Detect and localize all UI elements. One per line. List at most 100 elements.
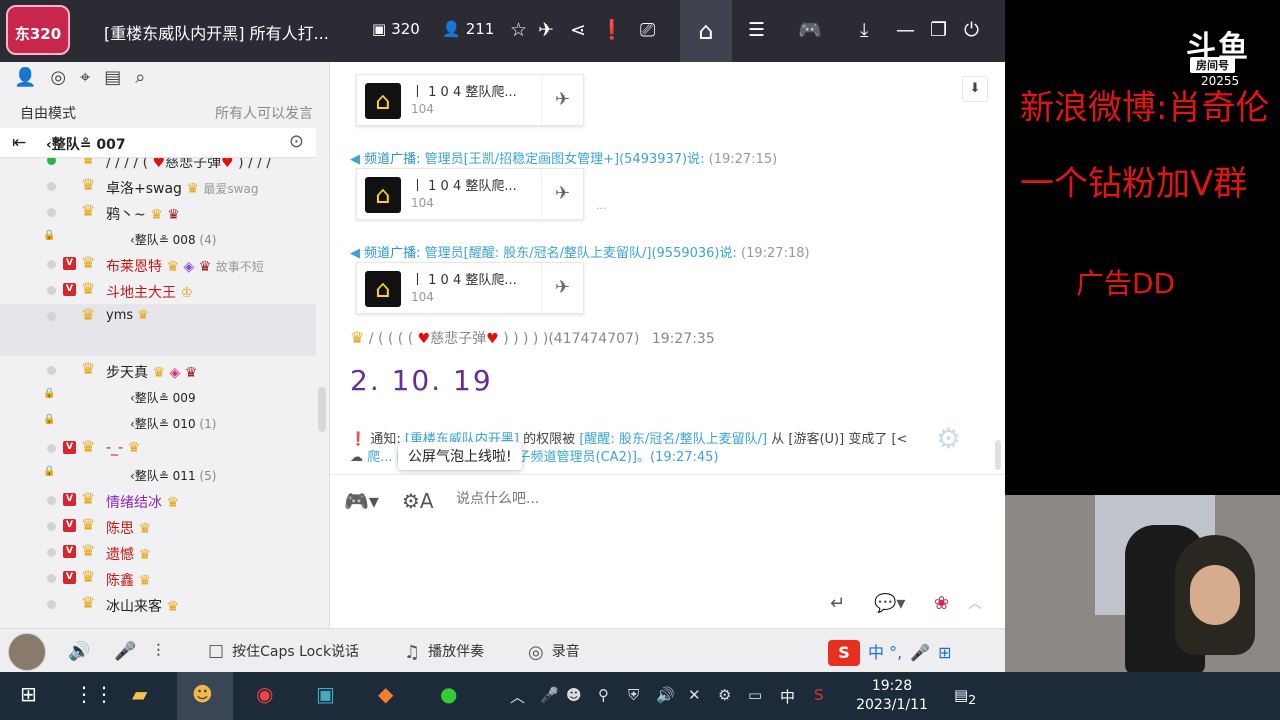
settings-icon[interactable]: ⚙ [936, 422, 961, 455]
list-item[interactable]: V ♛ 情绪结冰 ♛ [0, 488, 316, 514]
list-icon[interactable]: ☰ [748, 16, 765, 44]
crown-icon: ♛ [81, 515, 96, 534]
volume-icon[interactable]: 🔊 [656, 686, 675, 704]
mic-icon[interactable]: 🎤 [540, 686, 559, 704]
restore-icon[interactable]: ❐ [930, 16, 947, 44]
bubble-toast[interactable]: 公屏气泡上线啦! [398, 442, 522, 470]
mixer-icon[interactable]: ⫶ [156, 641, 169, 662]
scroll-down-icon[interactable]: ⬇ [962, 76, 988, 102]
list-item[interactable]: V ♛ 布莱恩特 ♛ ◈ ♛ 故事不短 [0, 252, 316, 278]
yy-icon[interactable]: ☻ [192, 682, 213, 706]
locate-icon[interactable]: ⊙ [289, 131, 304, 152]
power-icon[interactable]: ⏻ [964, 16, 979, 44]
apps-icon[interactable]: ⋮⋮ [74, 682, 114, 706]
current-channel-header[interactable]: ⇤ ‹整队≗ 007 ⊙ [0, 128, 316, 158]
message-sender[interactable]: / ( ( ( ( ♥慈悲子弹♥ ) ) ) ) ) [369, 331, 549, 347]
app-icon[interactable]: ◆ [378, 682, 393, 706]
speaker-icon[interactable]: 🔊 [68, 641, 98, 662]
list-item[interactable]: V ♛ 遗憾 ♛ [0, 540, 316, 566]
notice-text: 从 [游客(U)] 变成了 [< [771, 432, 908, 447]
ime-lang[interactable]: 中 [780, 686, 795, 707]
location-icon[interactable]: ⌖ [80, 67, 104, 88]
flower-icon[interactable]: ❀ [934, 593, 949, 614]
mode-label[interactable]: 自由模式 [20, 103, 76, 123]
subchannel-item[interactable]: 🔒 ‹整队≗ 010 (1) [0, 410, 316, 436]
home-icon: ⌂ [365, 83, 401, 119]
chat-icon[interactable]: ◎ [50, 67, 80, 88]
online-count: 👤 211 [442, 20, 494, 38]
translate-icon[interactable]: ⚙A [402, 489, 434, 513]
app-tray-icon[interactable]: ☻ [566, 686, 582, 704]
alert-icon[interactable]: ❗ [600, 16, 624, 44]
notice-link[interactable]: [醒醒: 股东/冠名/整队上麦留队/] [579, 432, 767, 447]
windows-start-icon[interactable]: ⊞ [20, 682, 37, 706]
plane-icon[interactable]: ✈ [538, 16, 554, 44]
steam-icon[interactable]: ⚙ [718, 686, 731, 704]
plane-icon[interactable]: ✈ [541, 263, 583, 313]
subchannel-item[interactable]: 🔒 ‹整队≗ 011 (5) [0, 462, 316, 488]
channel-card[interactable]: ⌂ 丨 1 0 4 整队爬... 104 ✈ [356, 168, 584, 220]
list-item[interactable]: V ♛ 陈鑫 ♛ [0, 566, 316, 592]
room-title[interactable]: [重楼东威队内开黑] 所有人打... [104, 20, 329, 44]
doc-icon[interactable]: ▤ [104, 67, 135, 88]
exit-icon[interactable]: ⇤ [12, 133, 26, 153]
network-icon[interactable]: ⚲ [598, 686, 609, 704]
send-icon[interactable]: ↵ [830, 593, 845, 614]
gamepad-icon[interactable]: 🎮▾ [344, 489, 379, 513]
subchannel-item[interactable]: 🔒 ‹整队≗ 009 [0, 384, 316, 410]
emoji-icon[interactable]: 💬▾ [874, 593, 905, 614]
subchannel-name: ‹整队≗ 010 (1) [130, 417, 217, 431]
channel-logo[interactable]: 东320 [6, 5, 70, 55]
list-item[interactable]: ♛ 卓洛+swag ♛ 最爱swag [0, 174, 316, 200]
mic-icon[interactable]: 🎤 [114, 641, 144, 662]
ime-toolbar[interactable]: S 中 °, 🎤 ⊞ [828, 639, 960, 666]
star-icon[interactable]: ☆ [510, 16, 527, 44]
card-id: 104 [411, 102, 434, 116]
video-icon[interactable]: ⎚ [640, 16, 655, 44]
broadcast-text[interactable]: 管理员[王凯/招稳定画图女管理+](5493937)说: [425, 152, 705, 167]
channel-card[interactable]: ⌂ 丨 1 0 4 整队爬... 104 ✈ [356, 74, 584, 126]
list-item[interactable]: V ♛ 斗地主大王 ♔ [0, 278, 316, 304]
ad-text: 广告DD [1076, 267, 1176, 300]
folder-icon[interactable]: ▰ [132, 682, 147, 706]
broadcast-text[interactable]: 管理员[醒醒: 股东/冠名/整队上麦留队/](9559036)说: [425, 246, 737, 261]
gamepad-icon[interactable]: 🎮 [798, 16, 822, 44]
plane-icon[interactable]: ✈ [541, 75, 583, 125]
accompany-button[interactable]: ♫ 播放伴奏 [404, 641, 484, 663]
sogou-icon[interactable]: S [814, 686, 824, 704]
list-item[interactable]: ♛ 鸦丶~ ♛ ♛ [0, 200, 316, 226]
more-dots: ··· [596, 202, 607, 215]
caps-toggle[interactable]: ☐ 按住Caps Lock说话 [208, 641, 359, 663]
search-icon[interactable]: ⌕ [135, 67, 159, 88]
chrome-icon[interactable]: ◉ [256, 682, 273, 706]
sidebar-scrollbar[interactable] [318, 387, 326, 432]
plane-icon[interactable]: ✈ [541, 169, 583, 219]
home-icon[interactable]: ⌂ [680, 0, 732, 62]
mute-icon[interactable]: ✕ [688, 686, 701, 704]
channel-card[interactable]: ⌂ 丨 1 0 4 整队爬... 104 ✈ [356, 262, 584, 314]
clock[interactable]: 19:28 2023/1/11 [852, 677, 932, 715]
minimize-icon[interactable]: — [896, 16, 915, 44]
chat-scrollbar[interactable] [995, 440, 1001, 470]
monitor-icon[interactable]: ▭ [748, 686, 762, 704]
download-icon[interactable]: ⤓ [860, 16, 868, 44]
subchannel-item[interactable]: 🔒 ‹整队≗ 008 (4) [0, 226, 316, 252]
list-item[interactable]: V ♛ 陈思 ♛ [0, 514, 316, 540]
notification-icon[interactable]: ▤2 [954, 686, 976, 707]
list-item[interactable]: ♛ 步天真 ♛ ◈ ♛ [0, 358, 316, 384]
list-item[interactable]: ♛ 冰山来客 ♛ [0, 592, 316, 618]
chat-input[interactable] [456, 491, 756, 507]
record-button[interactable]: ◎ 录音 [528, 641, 580, 663]
list-item[interactable]: ♛ / / / / ( ♥慈悲子弹♥ ) / / / [0, 158, 316, 174]
avatar[interactable] [8, 633, 46, 671]
chevron-up-icon[interactable]: ︿ [510, 686, 525, 707]
list-item[interactable]: V ♛ -_- ♛ [0, 436, 316, 462]
app-icon[interactable]: ▣ [316, 682, 335, 706]
list-item-selected[interactable]: ♛ yms ♛ [0, 304, 316, 356]
shield-icon[interactable]: ⛨ [628, 686, 639, 704]
share-icon[interactable]: ⋖ [570, 16, 586, 44]
user-icon[interactable]: 👤 [14, 67, 50, 88]
up-icon[interactable]: ︿ [968, 593, 982, 613]
music-app-icon[interactable]: ● [440, 682, 457, 706]
mic-icon: 🎤 [910, 643, 931, 662]
